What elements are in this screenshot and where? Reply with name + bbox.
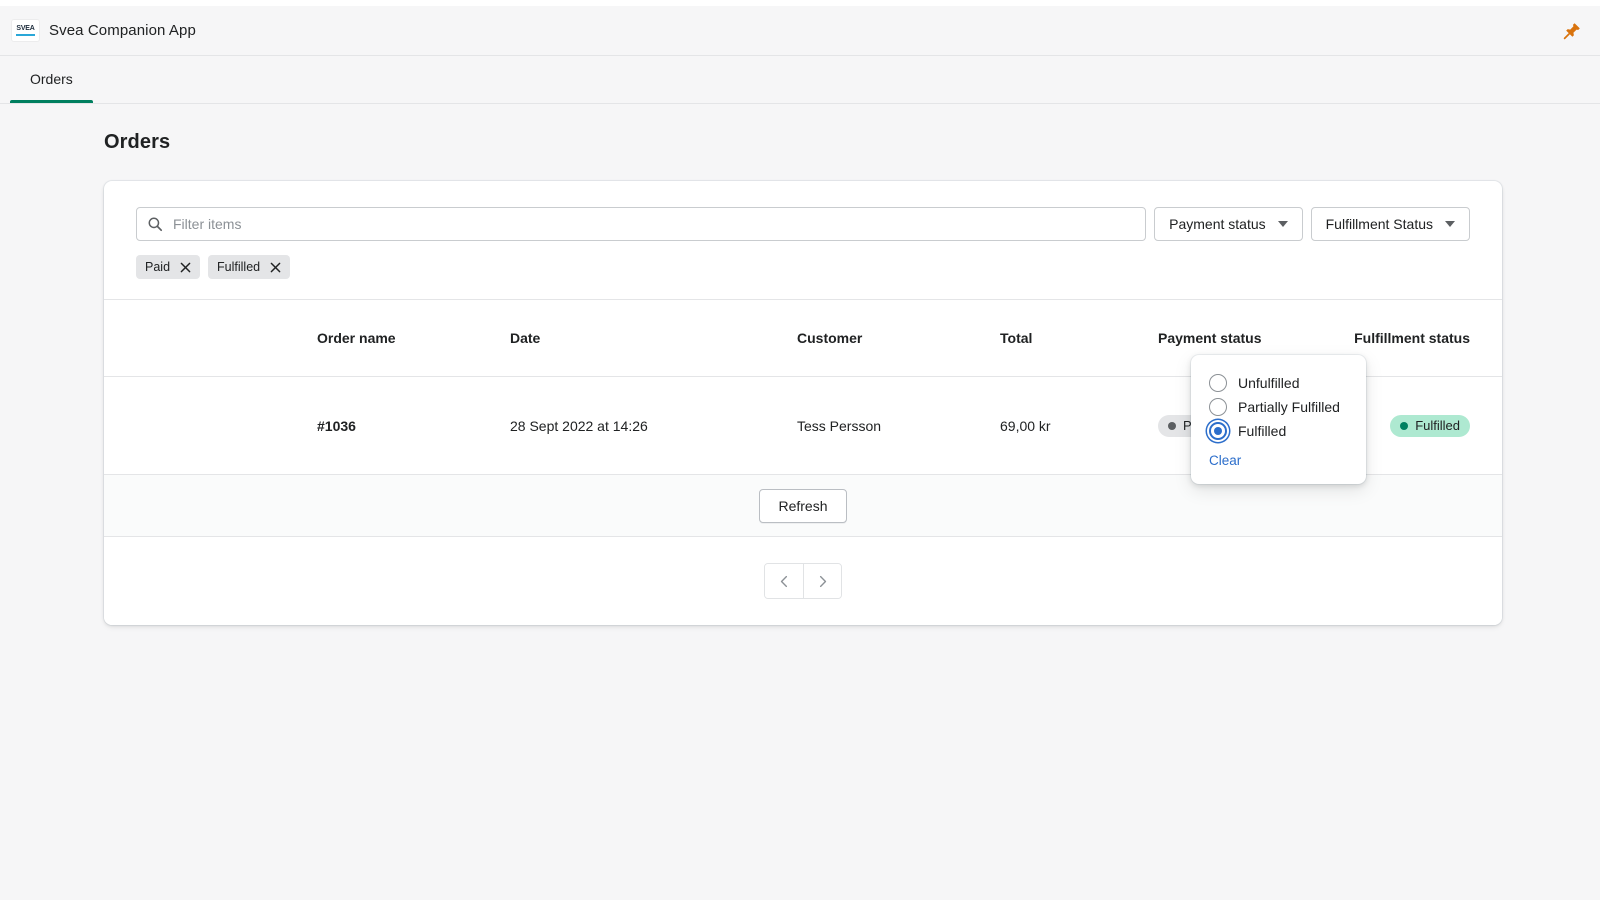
refresh-button[interactable]: Refresh [759,488,847,523]
filter-chip-fulfilled-label: Fulfilled [217,260,261,274]
dropdown-option-unfulfilled-label: Unfulfilled [1238,375,1300,391]
brand: SVEA Svea Companion App [12,20,196,41]
pushpin-icon[interactable] [1562,21,1582,41]
chevron-right-icon [816,575,829,588]
logo-wordmark: SVEA [16,25,35,33]
filter-chip-fulfilled[interactable]: Fulfilled [208,255,291,279]
column-header-date: Date [510,330,541,346]
column-header-fulfillment-status: Fulfillment status [1354,330,1470,346]
filter-chip-paid-label: Paid [145,260,171,274]
search-icon [147,216,163,232]
close-icon[interactable] [180,262,191,273]
dropdown-option-unfulfilled[interactable]: Unfulfilled [1191,371,1366,395]
content-area: Orders Payment statu [0,105,1600,900]
refresh-row: Refresh [104,475,1502,537]
search-input[interactable] [173,216,1136,232]
chevron-down-icon [1445,221,1455,227]
dropdown-option-partially-fulfilled[interactable]: Partially Fulfilled [1191,395,1366,419]
cell-fulfillment-status: Fulfilled [1390,414,1470,437]
svea-logo-icon: SVEA [12,20,39,41]
payment-status-dropdown-label: Payment status [1169,216,1266,232]
chevron-left-icon [778,575,791,588]
status-dot-icon [1168,421,1176,430]
tab-orders-label: Orders [30,71,73,87]
pagination [764,563,842,599]
cell-total: 69,00 kr [1000,417,1051,434]
app-title: Svea Companion App [49,22,196,39]
filter-area: Payment status Fulfillment Status Paid [104,181,1502,299]
tab-bar: Orders [0,56,1600,104]
status-badge-fulfilled-label: Fulfilled [1415,418,1460,433]
filter-row: Payment status Fulfillment Status [136,207,1470,241]
status-badge-fulfilled: Fulfilled [1390,414,1470,437]
search-box[interactable] [136,207,1147,241]
fulfillment-status-dropdown-menu: Unfulfilled Partially Fulfilled Fulfille… [1191,355,1366,484]
filter-chip-paid[interactable]: Paid [136,255,201,279]
payment-status-dropdown-button[interactable]: Payment status [1154,207,1303,241]
pagination-prev-button[interactable] [765,564,803,598]
close-icon[interactable] [270,262,281,273]
fulfillment-status-dropdown-button[interactable]: Fulfillment Status [1310,207,1470,241]
pagination-next-button[interactable] [803,564,841,598]
fulfillment-status-dropdown-label: Fulfillment Status [1325,216,1433,232]
pagination-row [104,537,1502,625]
active-filter-chips: Paid Fulfilled [136,255,1470,279]
column-header-order-name: Order name [317,330,396,346]
cell-customer: Tess Persson [797,417,882,434]
tab-orders[interactable]: Orders [10,55,93,103]
page-title: Orders [104,131,171,153]
radio-selected-icon[interactable] [1209,422,1227,440]
cell-order-name: #1036 [317,417,356,434]
app-header: SVEA Svea Companion App [0,6,1600,56]
logo-rule [16,33,35,36]
app-window: SVEA Svea Companion App Orders Orders Fi… [0,0,1600,900]
column-header-total: Total [1000,330,1033,346]
dropdown-option-partially-fulfilled-label: Partially Fulfilled [1238,399,1340,415]
column-header-payment-status: Payment status [1158,330,1262,346]
dropdown-clear-link[interactable]: Clear [1191,443,1366,468]
radio-unselected-icon[interactable] [1209,374,1227,392]
status-dot-icon [1400,421,1409,430]
cell-date: 28 Sept 2022 at 14:26 [510,417,648,434]
radio-unselected-icon[interactable] [1209,398,1227,416]
column-header-customer: Customer [797,330,863,346]
chevron-down-icon [1277,221,1288,227]
dropdown-option-fulfilled-label: Fulfilled [1238,423,1287,439]
dropdown-option-fulfilled[interactable]: Fulfilled [1191,419,1366,443]
